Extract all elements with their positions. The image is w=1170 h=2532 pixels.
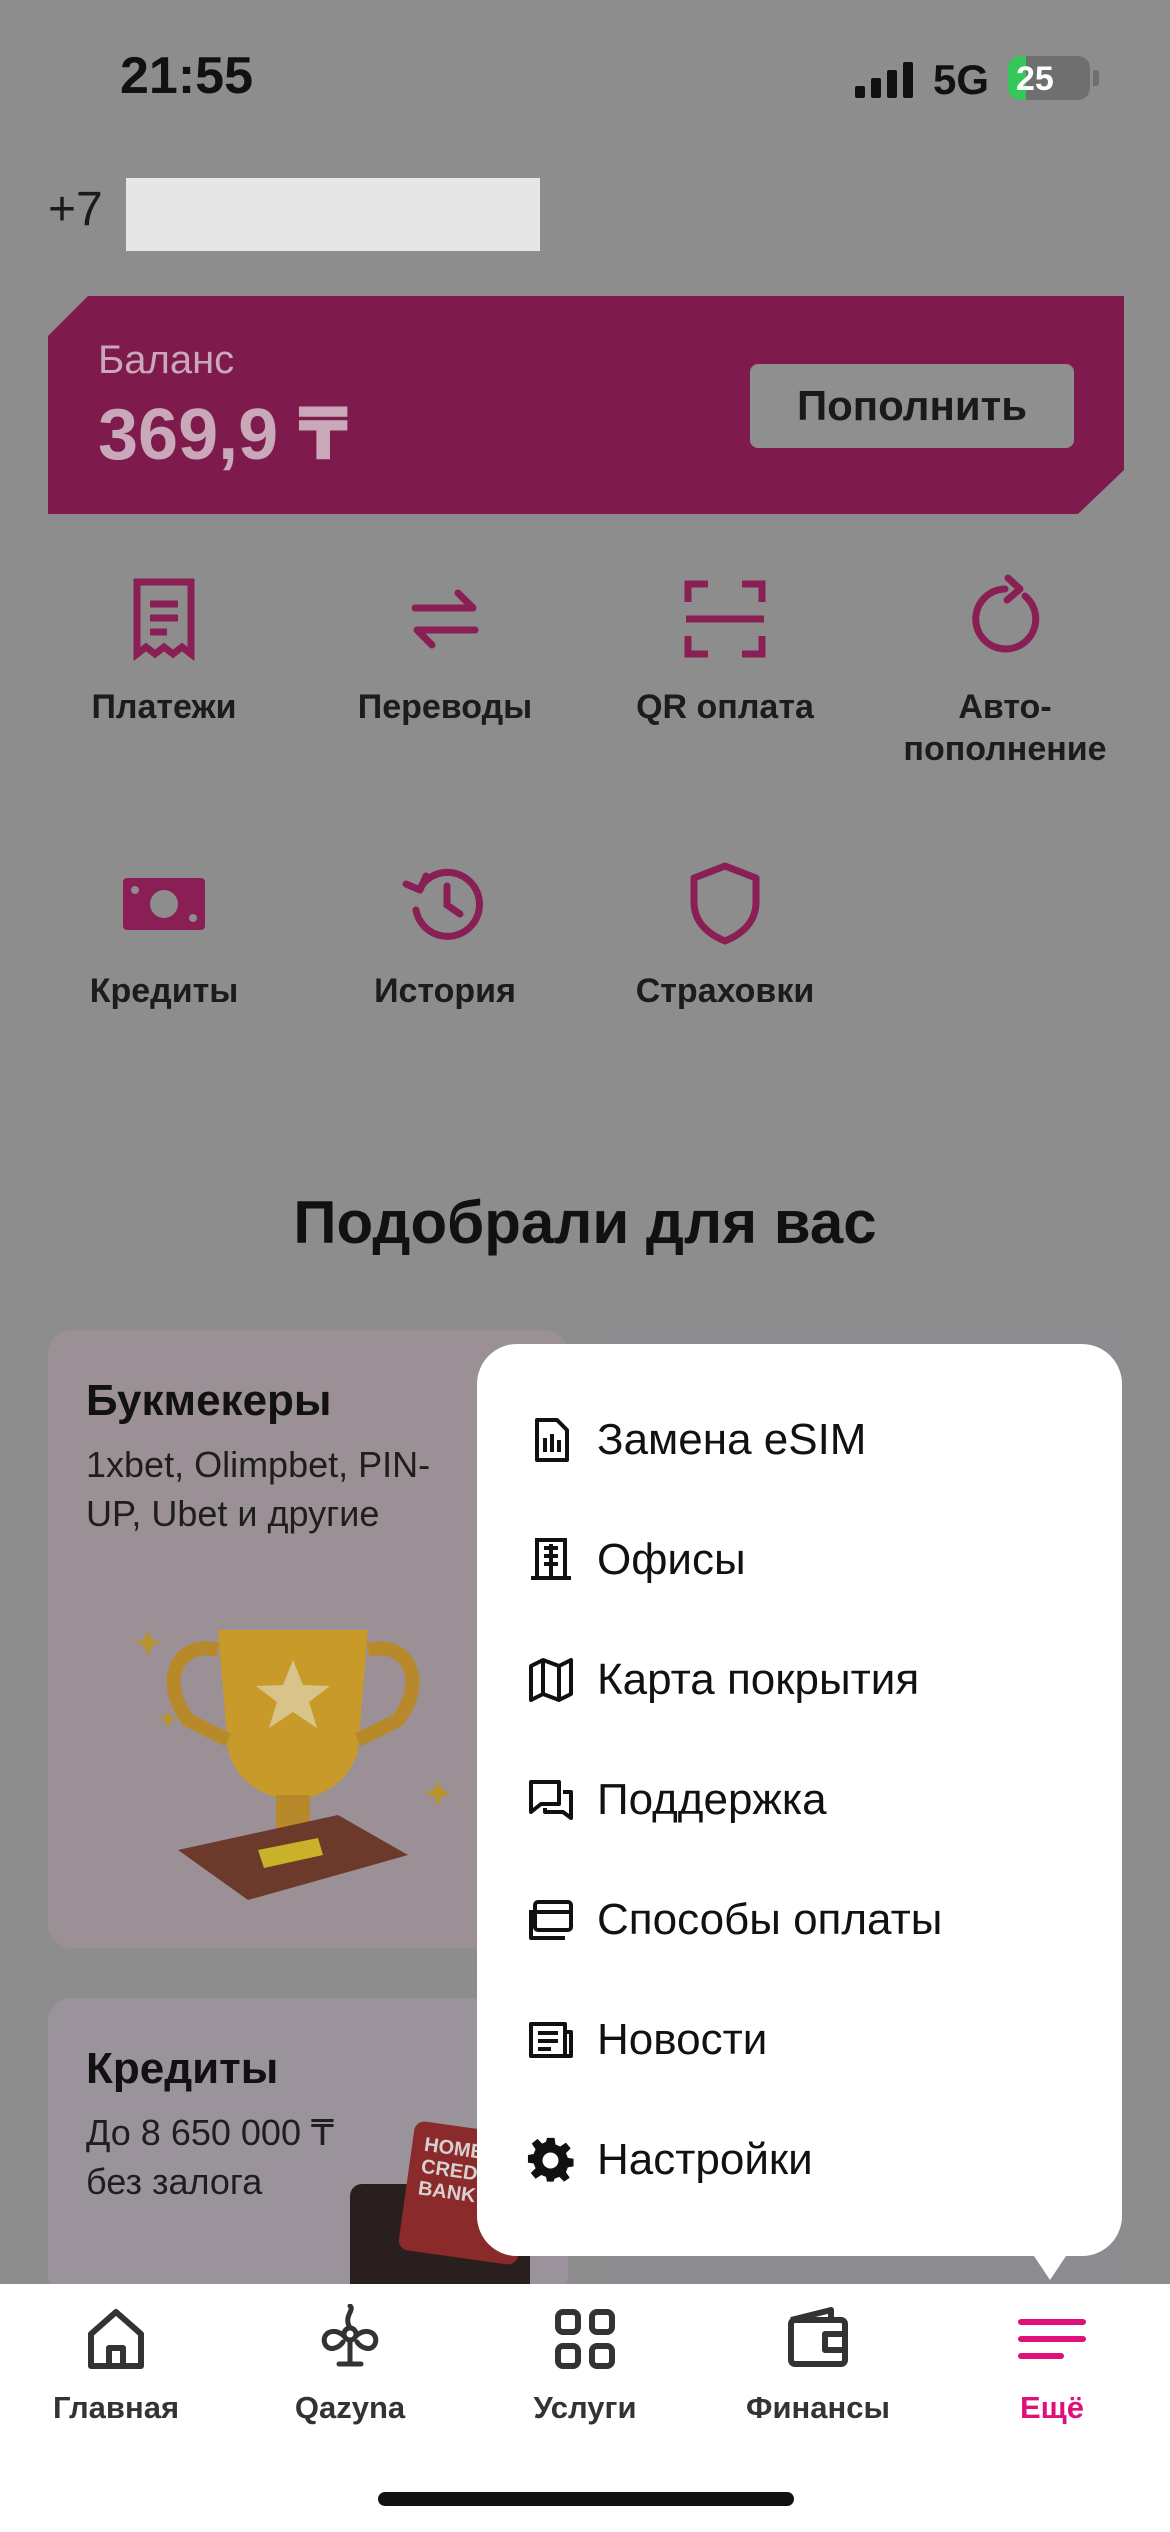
menu-pointer <box>1030 2250 1070 2280</box>
balance-value: 369,9 ₸ <box>98 395 349 475</box>
tab-home[interactable]: Главная <box>16 2304 216 2426</box>
transfer-arrows-icon <box>411 589 479 649</box>
menu-lines-icon <box>1018 2319 1086 2359</box>
receipt-icon <box>133 578 195 662</box>
qr-scan-icon <box>684 580 766 658</box>
tab-label: Услуги <box>533 2390 637 2425</box>
menu-item-label: Настройки <box>597 2135 813 2184</box>
tab-more[interactable]: Ещё <box>952 2304 1152 2426</box>
cash-icon <box>123 878 205 930</box>
tab-label: Финансы <box>746 2390 890 2425</box>
menu-item-support[interactable]: Поддержка <box>527 1760 1087 1840</box>
battery-percent: 25 <box>1016 60 1054 98</box>
tab-label: Главная <box>52 2390 180 2425</box>
menu-item-payment-methods[interactable]: Способы оплаты <box>527 1880 1087 1960</box>
more-menu: Замена eSIM Офисы Карта покрытия Поддерж… <box>477 1344 1122 2256</box>
quick-action-credits[interactable]: Кредиты <box>24 858 304 1012</box>
topup-button[interactable]: Пополнить <box>750 364 1074 448</box>
menu-item-settings[interactable]: Настройки <box>527 2120 1087 2200</box>
tab-label: Ещё <box>1019 2390 1085 2425</box>
quick-action-label: Платежи <box>91 688 237 726</box>
quick-action-transfers[interactable]: Переводы <box>305 574 585 728</box>
refresh-icon <box>972 574 1040 653</box>
tab-services[interactable]: Услуги <box>485 2304 685 2426</box>
phone-number-redacted <box>126 178 540 251</box>
shield-icon <box>690 862 760 945</box>
network-type: 5G <box>933 56 990 103</box>
offer-title: Кредиты <box>86 2044 279 2093</box>
status-time: 21:55 <box>120 47 253 105</box>
news-icon <box>529 2022 573 2058</box>
history-icon <box>402 868 483 940</box>
menu-item-label: Офисы <box>597 1535 746 1584</box>
menu-item-label: Замена eSIM <box>597 1415 867 1464</box>
home-icon <box>88 2309 144 2369</box>
offer-subtitle: До 8 650 000 ₸ без залога <box>86 2112 334 2202</box>
quick-action-label: Кредиты <box>89 972 239 1010</box>
quick-action-label: Страховки <box>635 972 815 1010</box>
quick-action-label: История <box>374 972 516 1010</box>
quick-action-label: QR оплата <box>636 688 814 726</box>
sim-card-icon <box>535 1418 569 1462</box>
quick-action-qr[interactable]: QR оплата <box>585 574 865 728</box>
quick-action-insurance[interactable]: Страховки <box>585 858 865 1012</box>
quick-action-label: Переводы <box>357 688 533 726</box>
offer-title: Букмекеры <box>86 1376 332 1425</box>
menu-item-label: Карта покрытия <box>597 1655 920 1704</box>
tab-qazyna[interactable]: Qazyna <box>250 2304 450 2426</box>
home-indicator[interactable] <box>378 2492 794 2506</box>
menu-item-label: Способы оплаты <box>597 1895 943 1944</box>
menu-item-offices[interactable]: Офисы <box>527 1520 1087 1600</box>
menu-item-label: Поддержка <box>597 1775 827 1824</box>
offer-subtitle: 1xbet, Olimpbet, PIN- UP, Ubet и другие <box>86 1444 431 1534</box>
cards-icon <box>529 1900 573 1940</box>
menu-item-esim[interactable]: Замена eSIM <box>527 1400 1087 1480</box>
menu-item-label: Новости <box>597 2015 768 2064</box>
gear-icon <box>527 2137 574 2182</box>
recommendations-title: Подобрали для вас <box>293 1189 877 1256</box>
map-icon <box>529 1658 573 1702</box>
battery-cap <box>1093 70 1099 86</box>
wallet-icon <box>788 2307 848 2367</box>
balance-label: Баланс <box>98 338 235 382</box>
status-bar: 21:55 5G 25 <box>0 0 1170 150</box>
trophy-illustration <box>134 1630 452 1900</box>
grid-icon <box>555 2309 615 2369</box>
battery-icon: 25 <box>1008 56 1090 100</box>
quick-action-label: Авто- пополнение <box>903 688 1107 768</box>
tab-label: Qazyna <box>294 2390 406 2425</box>
balance-card: Баланс 369,9 ₸ Пополнить <box>48 296 1124 514</box>
phone-prefix: +7 <box>48 183 103 236</box>
tab-finance[interactable]: Финансы <box>718 2304 918 2426</box>
chat-icon <box>529 1780 573 1820</box>
menu-item-news[interactable]: Новости <box>527 2000 1087 2080</box>
menu-item-coverage-map[interactable]: Карта покрытия <box>527 1640 1087 1720</box>
quick-action-autotopup[interactable]: Авто- пополнение <box>865 574 1145 770</box>
quick-action-history[interactable]: История <box>305 858 585 1012</box>
quick-action-payments[interactable]: Платежи <box>24 574 304 728</box>
qazyna-icon <box>321 2304 379 2367</box>
signal-icon <box>855 62 913 98</box>
building-icon <box>531 1538 571 1580</box>
